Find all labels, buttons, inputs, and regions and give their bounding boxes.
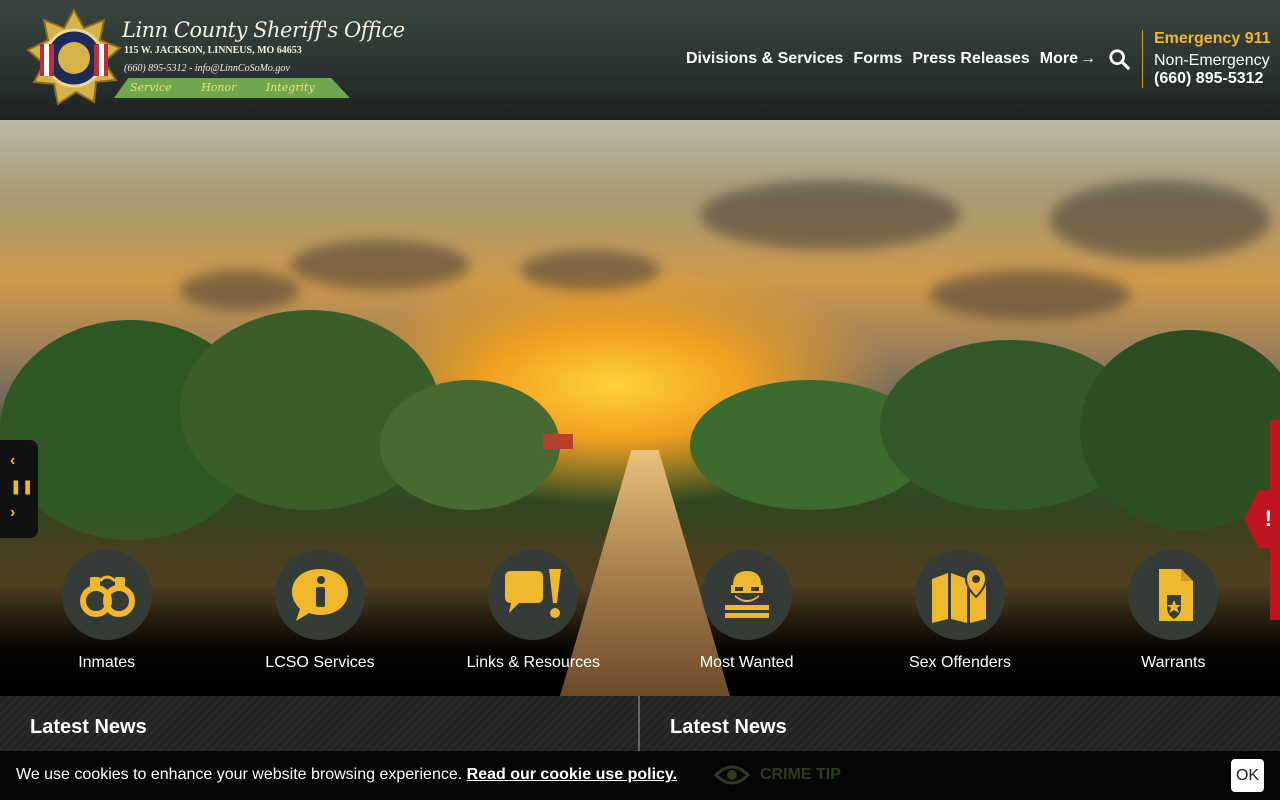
info-icon [291, 569, 348, 621]
chevron-left-icon[interactable]: ‹ [10, 452, 15, 470]
quick-link-circle [488, 550, 579, 640]
crime-tip-label: CRIME TIP [760, 766, 841, 783]
non-emergency-number[interactable]: (660) 895-5312 [1154, 70, 1271, 88]
quick-link-sex-offenders[interactable]: Sex Offenders [853, 550, 1066, 672]
quick-link-circle [914, 550, 1005, 640]
quick-link-circle [1128, 550, 1219, 640]
quick-link-label: Inmates [78, 654, 136, 671]
site-logo[interactable]: Linn County Sheriff's Office 115 W. JACK… [26, 8, 405, 112]
quick-link-links-resources[interactable]: Links & Resources [427, 550, 640, 672]
crime-tip-link[interactable]: CRIME TIP [714, 763, 841, 787]
nav-press-releases[interactable]: Press Releases [912, 50, 1029, 68]
news-title-right: Latest News [670, 716, 787, 738]
sheriff-badge-icon [26, 8, 122, 106]
nav-more[interactable]: More → [1040, 50, 1096, 68]
phone-block: Emergency 911 Non-Emergency (660) 895-53… [1154, 30, 1271, 88]
cookie-message: We use cookies to enhance your website b… [16, 766, 463, 783]
emergency-911[interactable]: Emergency 911 [1154, 30, 1271, 48]
quick-link-label: Links & Resources [466, 654, 601, 671]
logo-title: Linn County Sheriff's Office [122, 18, 405, 42]
quick-link-circle [61, 550, 152, 640]
nav-forms[interactable]: Forms [853, 50, 902, 68]
quick-link-lcso-services[interactable]: LCSO Services [213, 550, 426, 672]
eye-icon [714, 765, 750, 785]
pause-icon[interactable]: ❚❚ [10, 478, 33, 495]
nav-more-label: More [1039, 50, 1078, 67]
tree-line [380, 380, 560, 510]
quick-link-label: Warrants [1141, 654, 1206, 671]
quick-link-label: LCSO Services [265, 654, 375, 671]
cloud [930, 270, 1130, 320]
news-title-left: Latest News [30, 716, 147, 738]
cloud [180, 270, 300, 310]
cookie-policy-link[interactable]: Read our cookie use policy. [467, 766, 677, 783]
quick-links: Inmates LCSO Services Links & Resources … [0, 550, 1280, 672]
exclamation-icon: ! [1264, 506, 1272, 531]
main-nav: Divisions & Services Forms Press Release… [676, 48, 1130, 70]
hero-slideshow: ‹ ❚❚ › ! Inmates LCSO Services Links & R… [0, 120, 1280, 696]
quick-link-label: Sex Offenders [908, 654, 1011, 671]
tree-line [1080, 330, 1280, 530]
quick-link-circle [274, 550, 365, 640]
quick-link-warrants[interactable]: Warrants [1067, 550, 1280, 672]
chevron-right-icon[interactable]: › [10, 504, 15, 522]
logo-contact: (660) 895-5312 - info@LinnCoSoMo.gov [124, 63, 290, 74]
badge-document-icon [1159, 569, 1194, 621]
logo-address: 115 W. JACKSON, LINNEUS, MO 64653 [124, 45, 302, 56]
slideshow-controls: ‹ ❚❚ › [0, 440, 38, 538]
arrow-right-icon: → [1080, 50, 1096, 67]
header-divider [1142, 30, 1143, 88]
quick-link-inmates[interactable]: Inmates [0, 550, 213, 672]
cloud [1050, 180, 1270, 260]
site-header: Linn County Sheriff's Office 115 W. JACK… [0, 0, 1280, 120]
search-icon[interactable] [1108, 48, 1130, 70]
alert-speech-icon [505, 569, 562, 618]
cookie-banner: We use cookies to enhance your website b… [0, 751, 1280, 800]
cloud [520, 250, 660, 290]
cookie-text: We use cookies to enhance your website b… [16, 766, 677, 784]
barn [543, 434, 573, 449]
quick-link-label: Most Wanted [699, 654, 794, 671]
handcuffs-icon [79, 575, 135, 617]
non-emergency-label: Non-Emergency [1154, 52, 1270, 69]
nav-divisions-services[interactable]: Divisions & Services [686, 50, 843, 68]
cloud [290, 240, 470, 290]
quick-link-most-wanted[interactable]: Most Wanted [640, 550, 853, 672]
logo-motto: Service Honor Integrity [130, 81, 315, 94]
map-marker-icon [931, 567, 987, 623]
cloud [700, 180, 960, 250]
cookie-ok-button[interactable]: OK [1231, 759, 1264, 792]
masked-robber-icon [724, 571, 769, 618]
quick-link-circle [701, 550, 792, 640]
